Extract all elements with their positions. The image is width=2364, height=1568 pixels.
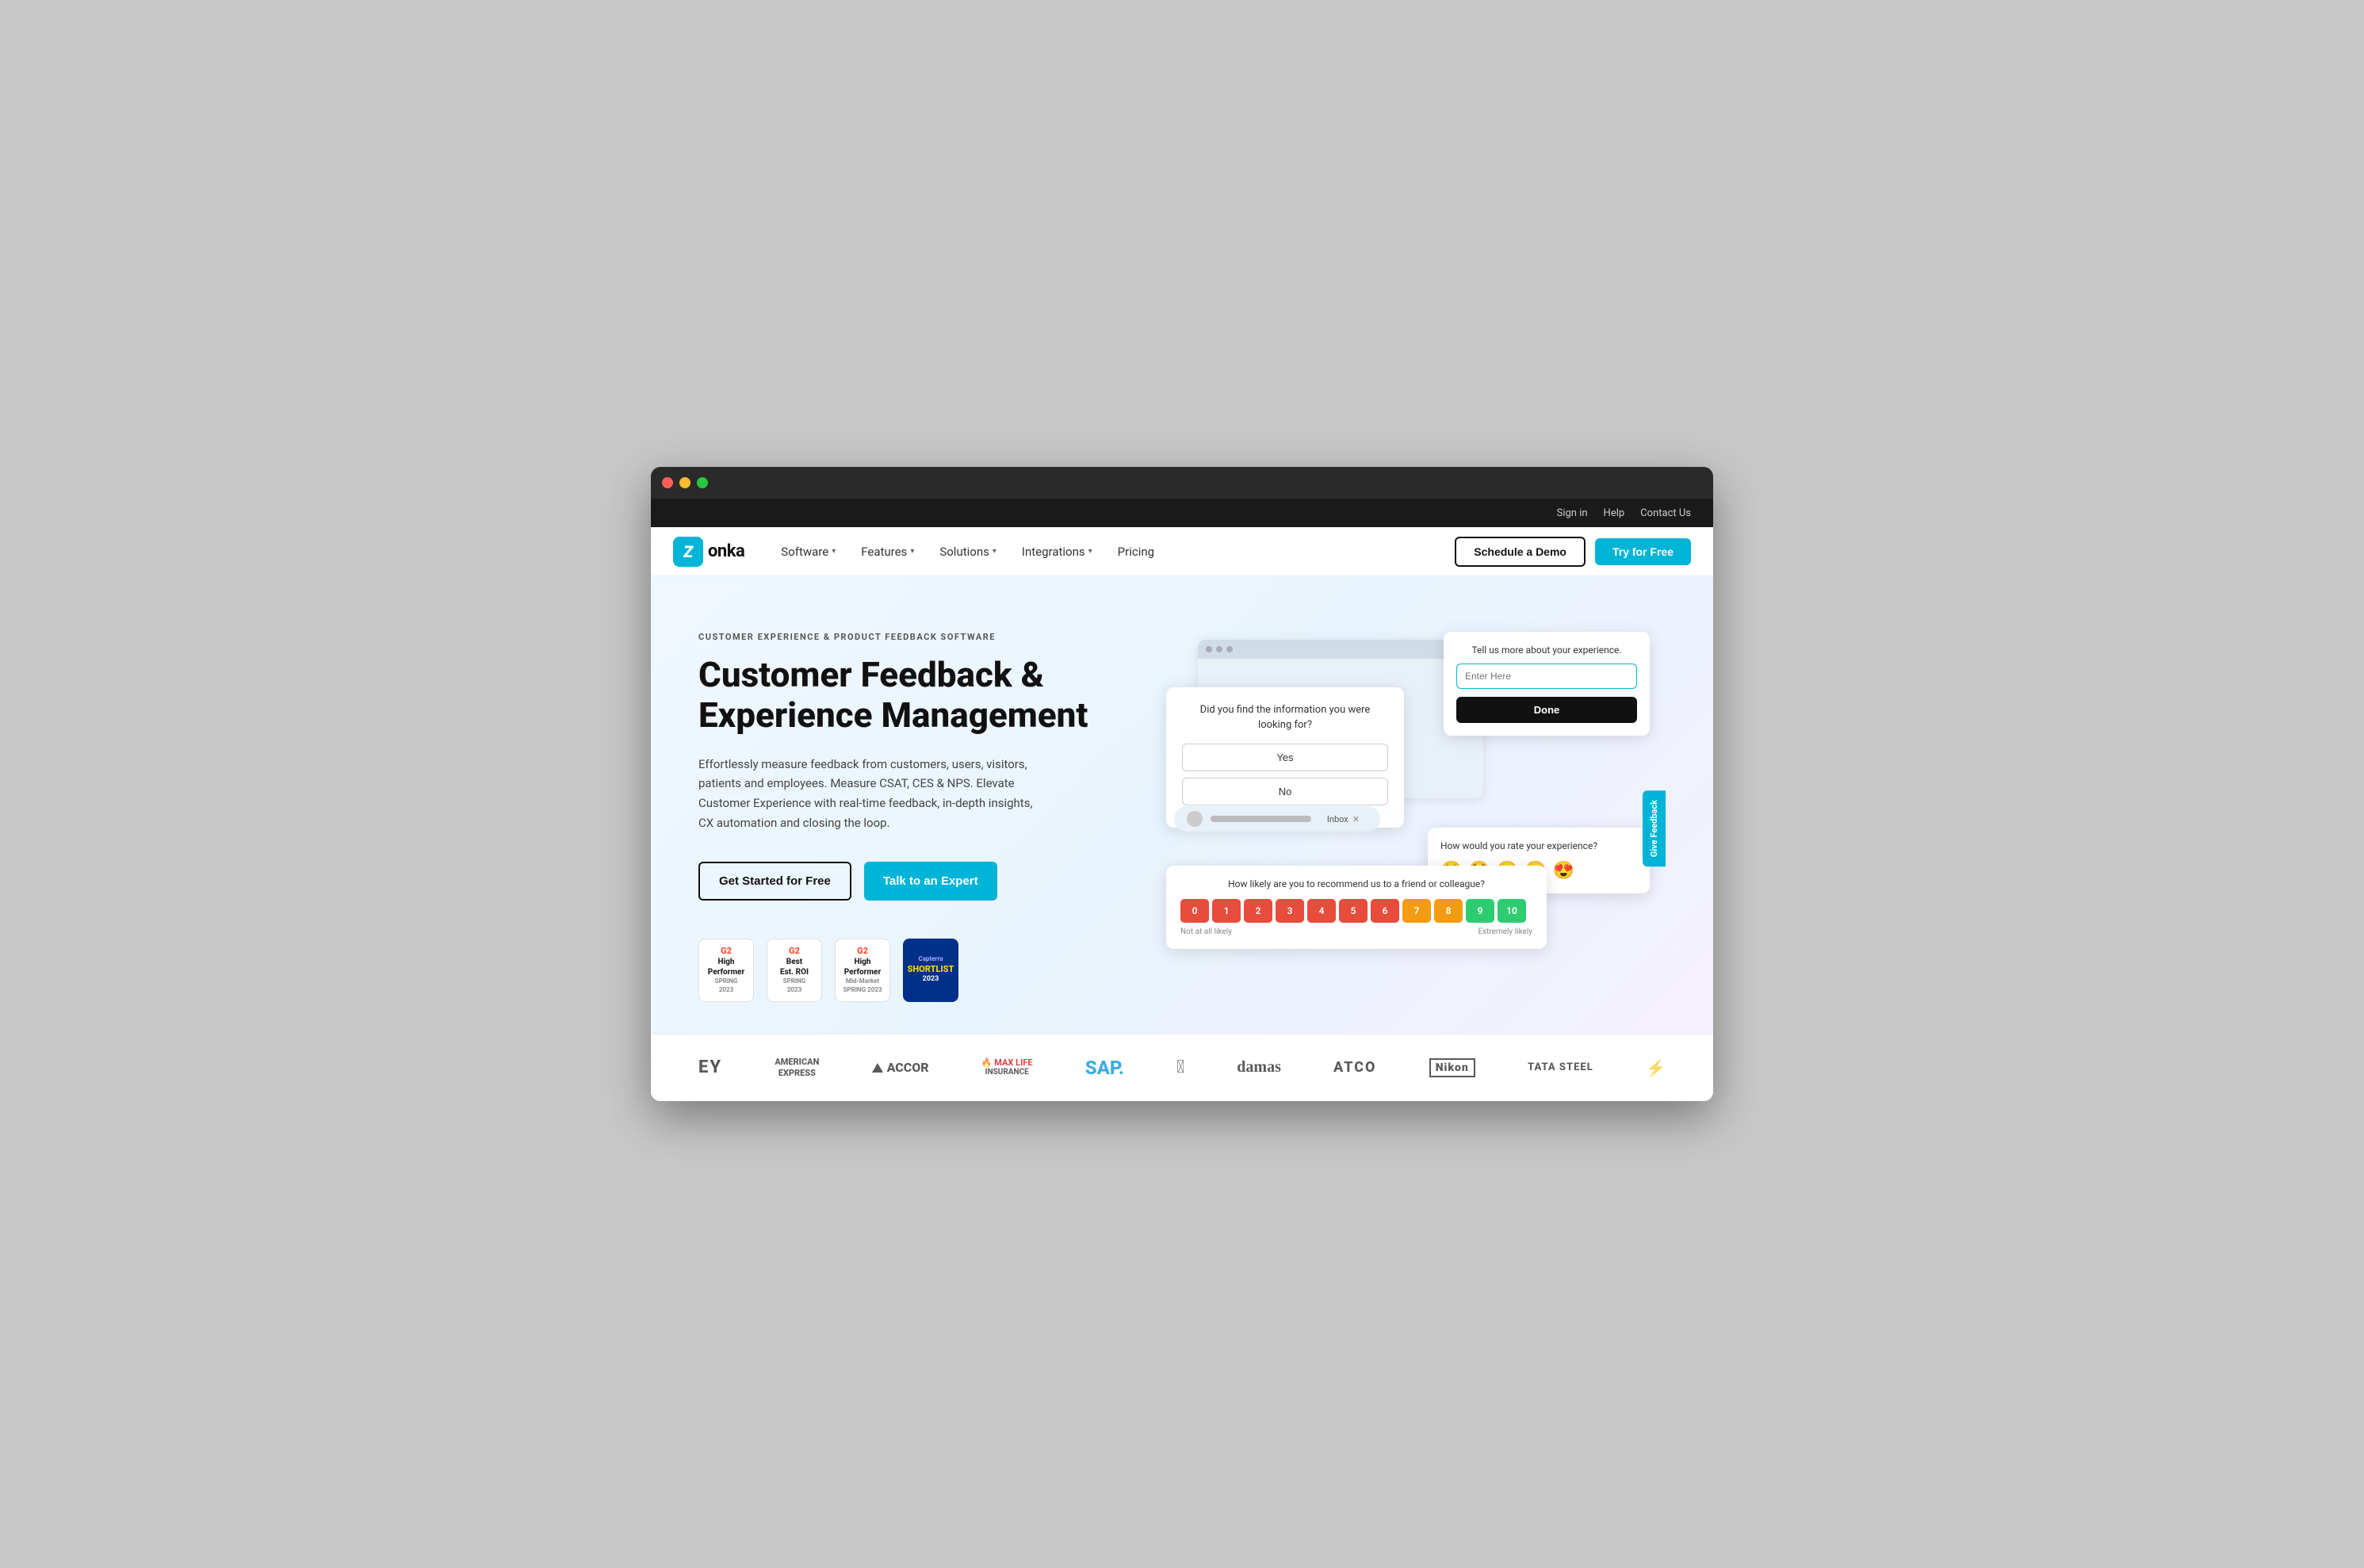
hero-illustration: Did you find the information you were lo… xyxy=(1142,624,1666,957)
nav-links: Software ▾ Features ▾ Solutions ▾ Integr… xyxy=(770,538,1455,565)
nav-pricing[interactable]: Pricing xyxy=(1107,538,1165,565)
nps-high-label: Extremely likely xyxy=(1478,927,1532,936)
client-nikon: Nikon xyxy=(1429,1058,1475,1077)
main-navbar: Z onka Software ▾ Features ▾ Solutions ▾… xyxy=(651,527,1713,576)
nps-3[interactable]: 3 xyxy=(1276,899,1304,923)
nps-question: How likely are you to recommend us to a … xyxy=(1180,878,1532,889)
hero-title: Customer Feedback & Experience Managemen… xyxy=(698,655,1111,735)
client-accor: ACCOR xyxy=(872,1060,929,1075)
mac-window: Sign in Help Contact Us Z onka Software … xyxy=(651,467,1713,1100)
chevron-down-icon: ▾ xyxy=(1088,547,1092,556)
logo[interactable]: Z onka xyxy=(673,537,744,567)
yes-button[interactable]: Yes xyxy=(1182,744,1388,771)
close-icon[interactable]: ✕ xyxy=(1352,814,1360,824)
client-apple:  xyxy=(1176,1057,1184,1077)
talk-to-expert-button[interactable]: Talk to an Expert xyxy=(864,862,997,901)
hero-eyebrow: CUSTOMER EXPERIENCE & PRODUCT FEEDBACK S… xyxy=(698,632,1111,642)
nav-integrations[interactable]: Integrations ▾ xyxy=(1011,538,1104,565)
done-button[interactable]: Done xyxy=(1456,697,1637,723)
badge-g2-high-performer: G2 High Performer SPRING 2023 xyxy=(698,939,754,1002)
yes-no-question: Did you find the information you were lo… xyxy=(1182,703,1388,732)
client-sap: SAP. xyxy=(1085,1057,1124,1079)
accor-icon xyxy=(872,1063,883,1073)
browser-dot xyxy=(1206,646,1212,652)
hero-section: CUSTOMER EXPERIENCE & PRODUCT FEEDBACK S… xyxy=(651,576,1713,1033)
nps-5[interactable]: 5 xyxy=(1339,899,1368,923)
nps-10[interactable]: 10 xyxy=(1498,899,1526,923)
award-badges: G2 High Performer SPRING 2023 G2 Best Es… xyxy=(698,939,1111,1002)
nps-6[interactable]: 6 xyxy=(1371,899,1399,923)
browser-dot xyxy=(1216,646,1222,652)
clients-bar: EY AMERICANEXPRESS ACCOR 🔥 MAX LIFEINSUR… xyxy=(651,1034,1713,1101)
nikon-box: Nikon xyxy=(1429,1058,1475,1077)
give-feedback-tab[interactable]: Give Feedback xyxy=(1643,790,1666,866)
nps-7[interactable]: 7 xyxy=(1402,899,1431,923)
client-amex: AMERICANEXPRESS xyxy=(775,1057,819,1077)
logo-icon: Z xyxy=(673,537,703,567)
text-response-title: Tell us more about your experience. xyxy=(1456,644,1637,656)
contact-us-link[interactable]: Contact Us xyxy=(1640,507,1691,519)
chevron-down-icon: ▾ xyxy=(993,547,996,556)
sign-in-link[interactable]: Sign in xyxy=(1557,507,1588,519)
nav-software[interactable]: Software ▾ xyxy=(770,538,847,565)
title-bar xyxy=(651,467,1713,499)
close-button[interactable] xyxy=(662,477,673,488)
client-ey: EY xyxy=(698,1057,722,1077)
inbox-bar: Inbox ✕ xyxy=(1174,806,1380,832)
nav-actions: Schedule a Demo Try for Free xyxy=(1455,537,1691,567)
badge-g2-best-roi: G2 Best Est. ROI SPRING 2023 xyxy=(767,939,822,1002)
maximize-button[interactable] xyxy=(697,477,708,488)
text-response-card: Tell us more about your experience. Done xyxy=(1444,632,1650,736)
badge-capterra: Capterra SHORTLIST 2023 xyxy=(903,939,958,1002)
logo-text: onka xyxy=(708,541,744,561)
text-response-input[interactable] xyxy=(1456,664,1637,689)
client-damas: damas xyxy=(1237,1058,1281,1077)
client-tata: TATA STEEL xyxy=(1528,1061,1593,1073)
hero-description: Effortlessly measure feedback from custo… xyxy=(698,755,1047,833)
inbox-line xyxy=(1211,816,1311,822)
nps-scale: 0 1 2 3 4 5 6 7 8 9 10 xyxy=(1180,899,1532,923)
browser-dot xyxy=(1226,646,1233,652)
hero-buttons: Get Started for Free Talk to an Expert xyxy=(698,862,1111,901)
nps-survey-card: How likely are you to recommend us to a … xyxy=(1166,866,1547,949)
nav-solutions[interactable]: Solutions ▾ xyxy=(928,538,1008,565)
emoji-5[interactable]: 😍 xyxy=(1553,861,1574,881)
inbox-chip: Inbox ✕ xyxy=(1319,812,1368,827)
try-free-button[interactable]: Try for Free xyxy=(1595,538,1691,565)
get-started-button[interactable]: Get Started for Free xyxy=(698,862,851,901)
nps-low-label: Not at all likely xyxy=(1180,927,1232,936)
schedule-demo-button[interactable]: Schedule a Demo xyxy=(1455,537,1586,567)
client-atco: ATCO xyxy=(1333,1059,1376,1076)
nps-2[interactable]: 2 xyxy=(1244,899,1272,923)
minimize-button[interactable] xyxy=(679,477,690,488)
nps-4[interactable]: 4 xyxy=(1307,899,1336,923)
nps-1[interactable]: 1 xyxy=(1212,899,1241,923)
nps-9[interactable]: 9 xyxy=(1466,899,1494,923)
nps-labels: Not at all likely Extremely likely xyxy=(1180,927,1532,936)
client-partial: ⚡ xyxy=(1646,1058,1666,1077)
badge-g2-mid-market: G2 High Performer Mid-Market SPRING 2023 xyxy=(835,939,890,1002)
nps-0[interactable]: 0 xyxy=(1180,899,1209,923)
avatar xyxy=(1187,811,1203,827)
nps-8[interactable]: 8 xyxy=(1434,899,1463,923)
utility-bar: Sign in Help Contact Us xyxy=(651,499,1713,527)
emoji-question: How would you rate your experience? xyxy=(1440,840,1637,851)
hero-content: CUSTOMER EXPERIENCE & PRODUCT FEEDBACK S… xyxy=(698,624,1111,1001)
client-maxlife: 🔥 MAX LIFEINSURANCE xyxy=(981,1057,1033,1077)
no-button[interactable]: No xyxy=(1182,778,1388,805)
chevron-down-icon: ▾ xyxy=(910,547,914,556)
browser-dots xyxy=(1198,640,1483,659)
nav-features[interactable]: Features ▾ xyxy=(850,538,925,565)
chevron-down-icon: ▾ xyxy=(832,547,836,556)
help-link[interactable]: Help xyxy=(1604,507,1625,519)
